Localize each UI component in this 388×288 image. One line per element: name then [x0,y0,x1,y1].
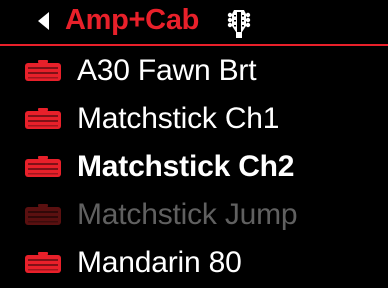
list-item-label: Matchstick Jump [77,198,298,231]
amp-icon [25,60,61,81]
list-item[interactable]: A30 Fawn Brt [0,50,388,94]
list-item-label: A30 Fawn Brt [77,54,257,87]
list-item[interactable]: Matchstick Jump [0,194,388,238]
guitar-headstock-icon [227,10,251,38]
header-divider [0,44,388,46]
amp-icon [25,252,61,273]
amp-icon [25,108,61,129]
list-item[interactable]: Matchstick Ch2 [0,146,388,190]
chevron-left-icon[interactable] [38,12,49,30]
header: Amp+Cab [0,0,388,46]
page-title: Amp+Cab [65,4,200,36]
list-item[interactable]: Mandarin 80 [0,242,388,286]
list-item-label: Mandarin 80 [77,246,242,279]
list-item[interactable]: Matchstick Ch1 [0,98,388,142]
model-browser-screen: Amp+Cab A30 Fawn Brt Matchstick Ch1 Matchs… [0,0,388,288]
amp-icon [25,156,61,177]
list-item-label: Matchstick Ch1 [77,102,280,135]
list-item-label: Matchstick Ch2 [77,150,295,183]
amp-icon [25,204,61,225]
